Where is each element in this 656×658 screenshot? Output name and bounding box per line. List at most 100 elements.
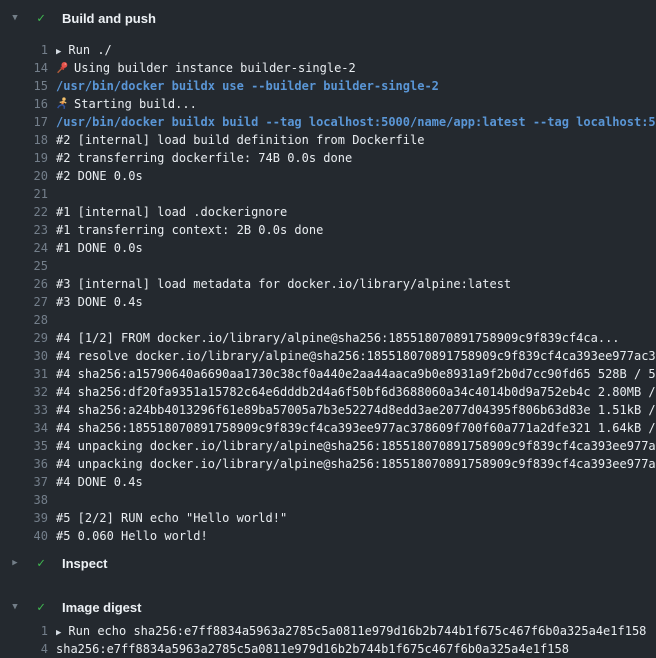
log-text: #2 [internal] load build definition from… [56, 131, 424, 149]
line-number[interactable]: 16 [0, 95, 48, 113]
log-line: 26 #3 [internal] load metadata for docker… [0, 275, 656, 293]
log-lines-image-digest: 1▶Run echo sha256:e7ff8834a5963a2785c5a0… [0, 622, 656, 658]
log-line: 38 [0, 491, 656, 509]
log-line: 21 [0, 185, 656, 203]
line-number[interactable]: 35 [0, 437, 48, 455]
log-line: 24 #1 DONE 0.0s [0, 239, 656, 257]
log-text: #3 DONE 0.4s [56, 293, 143, 311]
log-line: 25 [0, 257, 656, 275]
log-text: #4 unpacking docker.io/library/alpine@sh… [56, 437, 656, 455]
log-line: 29 #4 [1/2] FROM docker.io/library/alpine… [0, 329, 656, 347]
log-text: #1 [internal] load .dockerignore [56, 203, 287, 221]
section-image-digest: ▼ ✓ Image digest 1▶Run echo sha256:e7ff8… [0, 592, 656, 658]
log-text: #4 resolve docker.io/library/alpine@sha2… [56, 347, 656, 365]
line-number[interactable]: 36 [0, 455, 48, 473]
section-inspect: ▶ ✓ Inspect [0, 548, 656, 578]
line-number[interactable]: 27 [0, 293, 48, 311]
line-number[interactable]: 15 [0, 77, 48, 95]
log-lines-build-and-push: 1 ▶Run ./ 14 Using builder instance builder… [0, 41, 656, 545]
line-number[interactable]: 24 [0, 239, 48, 257]
line-number[interactable]: 18 [0, 131, 48, 149]
check-icon: ✓ [33, 601, 49, 614]
log-line: 4 sha256:e7ff8834a5963a2785c5a0811e979d16… [0, 640, 656, 658]
line-number[interactable]: 31 [0, 365, 48, 383]
line-number[interactable]: 23 [0, 221, 48, 239]
line-number[interactable]: 19 [0, 149, 48, 167]
log-text: sha256:e7ff8834a5963a2785c5a0811e979d16b… [56, 640, 569, 658]
log-text: #4 [1/2] FROM docker.io/library/alpine@s… [56, 329, 620, 347]
log-line: 35 #4 unpacking docker.io/library/alpine@… [0, 437, 656, 455]
section-title: Inspect [62, 556, 108, 571]
log-line: 27 #3 DONE 0.4s [0, 293, 656, 311]
log-line: 18 #2 [internal] load build definition fr… [0, 131, 656, 149]
check-icon: ✓ [33, 12, 49, 25]
section-header-image-digest[interactable]: ▼ ✓ Image digest [0, 592, 656, 622]
line-number[interactable]: 38 [0, 491, 48, 509]
chevron-down-icon[interactable]: ▼ [8, 603, 22, 612]
line-number[interactable]: 20 [0, 167, 48, 185]
line-number[interactable]: 25 [0, 257, 48, 275]
chevron-right-icon[interactable]: ▶ [8, 559, 22, 568]
log-line: 30 #4 resolve docker.io/library/alpine@sh… [0, 347, 656, 365]
log-line: 33 #4 sha256:a24bb4013296f61e89ba57005a7b… [0, 401, 656, 419]
log-line: 39 #5 [2/2] RUN echo "Hello world!" [0, 509, 656, 527]
log-text: #4 unpacking docker.io/library/alpine@sh… [56, 455, 656, 473]
line-number[interactable]: 26 [0, 275, 48, 293]
line-number[interactable]: 4 [0, 640, 48, 658]
log-line: 19 #2 transferring dockerfile: 74B 0.0s d… [0, 149, 656, 167]
log-line: 22 #1 [internal] load .dockerignore [0, 203, 656, 221]
log-text: ▶Run ./ [56, 41, 112, 59]
log-line: 37 #4 DONE 0.4s [0, 473, 656, 491]
log-text: Using builder instance builder-single-2 [56, 59, 356, 77]
log-line: 17/usr/bin/docker buildx build --tag loc… [0, 113, 656, 131]
log-text: #4 DONE 0.4s [56, 473, 143, 491]
log-text: #2 DONE 0.0s [56, 167, 143, 185]
section-header-build-and-push[interactable]: ▼ ✓ Build and push [0, 0, 656, 36]
section-title: Build and push [62, 11, 156, 26]
log-line: 32 #4 sha256:df20fa9351a15782c64e6dddb2d4… [0, 383, 656, 401]
log-line: 20 #2 DONE 0.0s [0, 167, 656, 185]
line-number[interactable]: 29 [0, 329, 48, 347]
line-number[interactable]: 39 [0, 509, 48, 527]
line-number[interactable]: 37 [0, 473, 48, 491]
log-text: /usr/bin/docker buildx build --tag local… [56, 113, 656, 131]
log-line: 36 #4 unpacking docker.io/library/alpine@… [0, 455, 656, 473]
log-text: #1 DONE 0.0s [56, 239, 143, 257]
line-number[interactable]: 14 [0, 59, 48, 77]
log-line: 15/usr/bin/docker buildx use --builder b… [0, 77, 656, 95]
line-number[interactable]: 40 [0, 527, 48, 545]
log-line: 31#4 sha256:a15790640a6690aa1730c38cf0a4… [0, 365, 656, 383]
log-text: #3 [internal] load metadata for docker.i… [56, 275, 511, 293]
log-text: #5 [2/2] RUN echo "Hello world!" [56, 509, 287, 527]
section-header-inspect[interactable]: ▶ ✓ Inspect [0, 548, 656, 578]
log-text: Starting build... [56, 95, 197, 113]
log-text: #4 sha256:185518070891758909c9f839cf4ca3… [56, 419, 656, 437]
line-number[interactable]: 22 [0, 203, 48, 221]
log-text: #1 transferring context: 2B 0.0s done [56, 221, 323, 239]
log-text: #2 transferring dockerfile: 74B 0.0s don… [56, 149, 352, 167]
runner-icon [56, 97, 74, 111]
line-number[interactable]: 1 [0, 622, 48, 640]
log-line: 28 [0, 311, 656, 329]
chevron-down-icon[interactable]: ▼ [8, 14, 22, 23]
log-line: 40 #5 0.060 Hello world! [0, 527, 656, 545]
log-text: #4 sha256:a24bb4013296f61e89ba57005a7b3e… [56, 401, 656, 419]
section-title: Image digest [62, 600, 141, 615]
log-text: #4 sha256:df20fa9351a15782c64e6dddb2d4a6… [56, 383, 656, 401]
line-number[interactable]: 34 [0, 419, 48, 437]
log-line: 34 #4 sha256:185518070891758909c9f839cf4c… [0, 419, 656, 437]
line-number[interactable]: 21 [0, 185, 48, 203]
log-line: 14 Using builder instance builder-single-… [0, 59, 656, 77]
check-icon: ✓ [33, 557, 49, 570]
log-text: #5 0.060 Hello world! [56, 527, 208, 545]
workflow-log: ▼ ✓ Build and push 1▶Run ./14Using build… [0, 0, 656, 658]
line-number[interactable]: 32 [0, 383, 48, 401]
pushpin-icon [56, 61, 74, 75]
log-line: 1▶Run echo sha256:e7ff8834a5963a2785c5a0… [0, 622, 656, 640]
log-line: 23 #1 transferring context: 2B 0.0s done [0, 221, 656, 239]
line-number[interactable]: 28 [0, 311, 48, 329]
line-number[interactable]: 33 [0, 401, 48, 419]
line-number[interactable]: 30 [0, 347, 48, 365]
line-number[interactable]: 17 [0, 113, 48, 131]
line-number[interactable]: 1 [0, 41, 48, 59]
